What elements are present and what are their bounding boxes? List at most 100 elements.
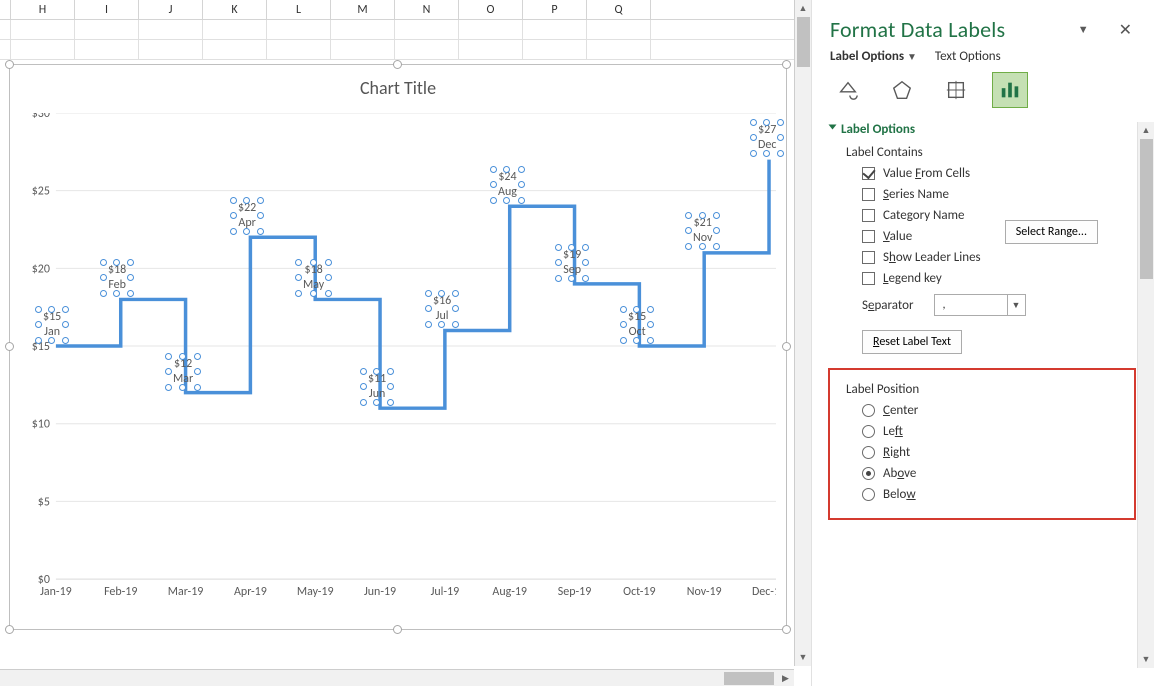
label-resize-handle[interactable] [518, 197, 525, 204]
label-resize-handle[interactable] [243, 228, 250, 235]
chart-resize-handle[interactable] [393, 625, 402, 634]
label-resize-handle[interactable] [763, 150, 770, 157]
col-header-o[interactable]: O [459, 0, 523, 19]
label-resize-handle[interactable] [295, 274, 302, 281]
chart-resize-handle[interactable] [782, 60, 791, 69]
tab-label-options[interactable]: Label Options ▼ [830, 49, 917, 64]
col-header-i[interactable]: I [75, 0, 139, 19]
label-resize-handle[interactable] [425, 305, 432, 312]
label-resize-handle[interactable] [685, 227, 692, 234]
label-resize-handle[interactable] [194, 353, 201, 360]
chart-object[interactable]: Chart Title $30 $25 $20 $15 $10 $5 [9, 64, 787, 630]
radio-above[interactable]: Above [862, 466, 1134, 481]
reset-label-text-button[interactable]: Reset Label Text [862, 330, 962, 354]
label-resize-handle[interactable] [582, 244, 589, 251]
label-resize-handle[interactable] [230, 197, 237, 204]
col-header-h[interactable]: H [11, 0, 75, 19]
scroll-up-icon[interactable]: ▲ [1138, 122, 1154, 139]
scroll-thumb[interactable] [797, 17, 810, 67]
label-resize-handle[interactable] [568, 244, 575, 251]
label-resize-handle[interactable] [100, 259, 107, 266]
col-header-j[interactable]: J [139, 0, 203, 19]
label-resize-handle[interactable] [230, 212, 237, 219]
data-label[interactable]: $18May [298, 262, 329, 294]
label-resize-handle[interactable] [777, 134, 784, 141]
chart-title[interactable]: Chart Title [10, 77, 786, 99]
label-resize-handle[interactable] [257, 228, 264, 235]
label-resize-handle[interactable] [35, 337, 42, 344]
label-resize-handle[interactable] [582, 275, 589, 282]
label-resize-handle[interactable] [310, 259, 317, 266]
label-resize-handle[interactable] [685, 212, 692, 219]
label-options-icon[interactable] [992, 72, 1028, 108]
check-legend-key[interactable]: Legend key [862, 271, 1126, 286]
data-label[interactable]: $18Feb [103, 262, 131, 294]
chart-resize-handle[interactable] [5, 625, 14, 634]
chart-resize-handle[interactable] [5, 342, 14, 351]
chart-resize-handle[interactable] [782, 342, 791, 351]
col-header-n[interactable]: N [395, 0, 459, 19]
label-resize-handle[interactable] [295, 259, 302, 266]
check-series-name[interactable]: Series Name [862, 187, 1126, 202]
horizontal-scrollbar[interactable]: ▶ [0, 669, 794, 686]
radio-center[interactable]: Center [862, 403, 1134, 418]
scroll-up-icon[interactable]: ▲ [795, 0, 811, 17]
radio-left[interactable]: Left [862, 424, 1134, 439]
label-resize-handle[interactable] [568, 275, 575, 282]
label-resize-handle[interactable] [257, 212, 264, 219]
radio-right[interactable]: Right [862, 445, 1134, 460]
label-resize-handle[interactable] [165, 353, 172, 360]
label-resize-handle[interactable] [620, 337, 627, 344]
label-resize-handle[interactable] [179, 384, 186, 391]
label-resize-handle[interactable] [777, 119, 784, 126]
label-resize-handle[interactable] [490, 166, 497, 173]
col-header-l[interactable]: L [267, 0, 331, 19]
label-resize-handle[interactable] [490, 197, 497, 204]
data-label[interactable]: $15Oct [623, 309, 651, 341]
chart-resize-handle[interactable] [5, 60, 14, 69]
label-resize-handle[interactable] [490, 181, 497, 188]
scroll-right-icon[interactable]: ▶ [777, 670, 794, 687]
label-resize-handle[interactable] [100, 274, 107, 281]
label-resize-handle[interactable] [194, 384, 201, 391]
label-resize-handle[interactable] [620, 306, 627, 313]
label-resize-handle[interactable] [750, 119, 757, 126]
chart-resize-handle[interactable] [393, 60, 402, 69]
label-resize-handle[interactable] [310, 290, 317, 297]
section-label-options[interactable]: Label Options [830, 122, 1126, 137]
tab-text-options[interactable]: Text Options [935, 49, 1001, 64]
data-label[interactable]: $27Dec [753, 122, 781, 154]
label-resize-handle[interactable] [425, 290, 432, 297]
close-icon[interactable]: ✕ [1117, 20, 1134, 40]
effects-icon[interactable] [884, 72, 920, 108]
pane-menu-chevron-icon[interactable]: ▼ [1078, 23, 1089, 36]
data-label[interactable]: $21Nov [688, 215, 717, 247]
scroll-down-icon[interactable]: ▼ [1138, 651, 1154, 668]
label-resize-handle[interactable] [257, 197, 264, 204]
label-resize-handle[interactable] [230, 228, 237, 235]
radio-below[interactable]: Below [862, 487, 1134, 502]
label-resize-handle[interactable] [763, 119, 770, 126]
label-resize-handle[interactable] [750, 150, 757, 157]
label-resize-handle[interactable] [750, 134, 757, 141]
data-label[interactable]: $24Aug [493, 169, 522, 201]
scroll-thumb[interactable] [1140, 139, 1153, 279]
label-resize-handle[interactable] [243, 197, 250, 204]
col-header-q[interactable]: Q [587, 0, 651, 19]
label-resize-handle[interactable] [620, 321, 627, 328]
label-resize-handle[interactable] [555, 275, 562, 282]
data-label[interactable]: $22Apr [233, 200, 261, 232]
label-resize-handle[interactable] [582, 259, 589, 266]
select-range-button[interactable]: Select Range... [1005, 220, 1098, 244]
chart-resize-handle[interactable] [782, 625, 791, 634]
col-header-m[interactable]: M [331, 0, 395, 19]
data-label[interactable]: $12Mar [168, 356, 198, 388]
label-resize-handle[interactable] [555, 244, 562, 251]
label-resize-handle[interactable] [35, 306, 42, 313]
check-value-from-cells[interactable]: Value From Cells [862, 166, 1126, 181]
data-label[interactable]: $15Jan [38, 309, 66, 341]
data-label[interactable]: $11Jun [363, 371, 391, 403]
check-leader-lines[interactable]: Show Leader Lines [862, 250, 1126, 265]
scroll-thumb[interactable] [724, 672, 774, 685]
data-label[interactable]: $16Jul [428, 293, 456, 325]
